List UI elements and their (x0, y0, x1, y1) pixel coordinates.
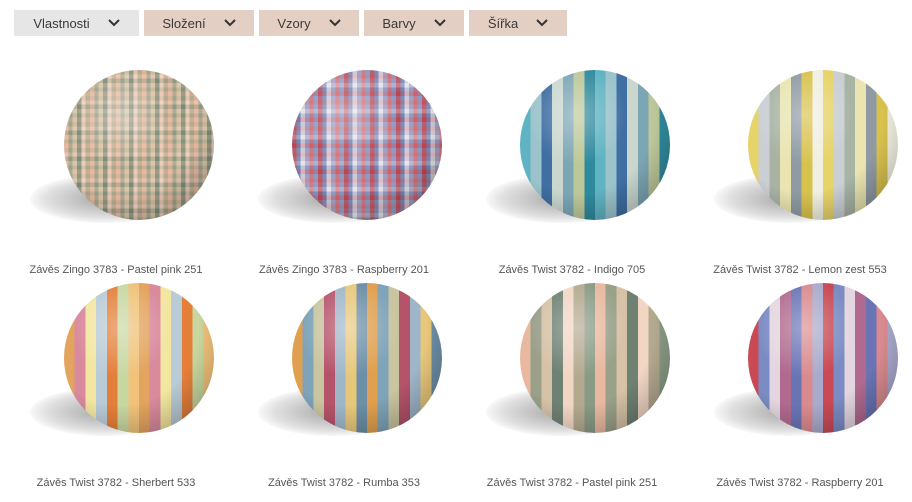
product-name[interactable]: Závěs Twist 3782 - Lemon zest 553 (686, 264, 912, 276)
product-image-sphere[interactable] (748, 283, 898, 433)
product-image-sphere[interactable] (292, 283, 442, 433)
product-name[interactable]: Závěs Twist 3782 - Rumba 353 (230, 477, 458, 489)
product-grid: Závěs Zingo 3783 - Pastel pink 251 Závěs … (0, 0, 912, 502)
sphere-shading (520, 283, 670, 433)
product-image-sphere[interactable] (64, 283, 214, 433)
product-name[interactable]: Závěs Twist 3782 - Pastel pink 251 (458, 477, 686, 489)
product-name[interactable]: Závěs Zingo 3783 - Raspberry 201 (230, 264, 458, 276)
sphere-shading (292, 283, 442, 433)
sphere-shading (292, 70, 442, 220)
product-image-sphere[interactable] (748, 70, 898, 220)
product-name[interactable]: Závěs Twist 3782 - Indigo 705 (458, 264, 686, 276)
sphere-shading (64, 283, 214, 433)
product-image-sphere[interactable] (64, 70, 214, 220)
sphere-shading (748, 283, 898, 433)
product-image-sphere[interactable] (292, 70, 442, 220)
sphere-shading (748, 70, 898, 220)
sphere-shading (520, 70, 670, 220)
product-image-sphere[interactable] (520, 70, 670, 220)
product-name[interactable]: Závěs Twist 3782 - Sherbert 533 (2, 477, 230, 489)
product-name[interactable]: Závěs Twist 3782 - Raspberry 201 (686, 477, 912, 489)
product-name[interactable]: Závěs Zingo 3783 - Pastel pink 251 (2, 264, 230, 276)
product-image-sphere[interactable] (520, 283, 670, 433)
sphere-shading (64, 70, 214, 220)
